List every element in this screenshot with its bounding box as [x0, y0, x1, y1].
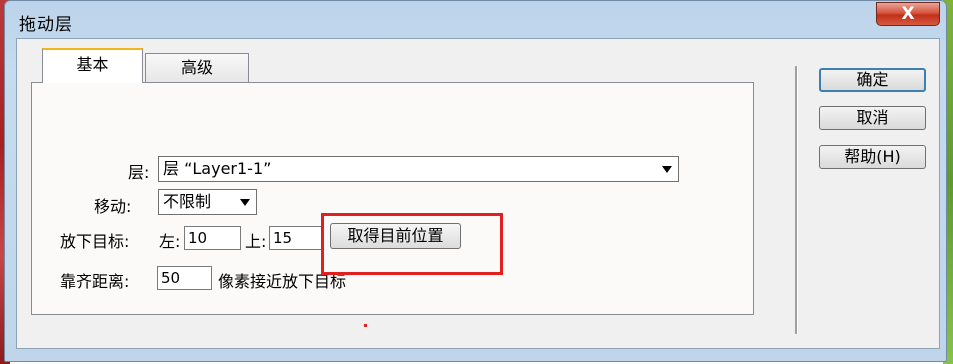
left-label: 左:: [159, 232, 181, 251]
top-input-value: 15: [273, 229, 293, 247]
title-bar[interactable]: 拖动层 X: [5, 1, 946, 39]
top-input[interactable]: 15: [269, 226, 322, 250]
dialog-window: 拖动层 X 基本 高级 层: 层 “Layer1-1” 移动: 不限制 放下目标…: [4, 0, 947, 362]
ok-button[interactable]: 确定: [819, 68, 926, 92]
drop-target-label: 放下目标:: [60, 232, 130, 251]
layer-select-value: 层 “Layer1-1”: [163, 159, 272, 178]
chevron-down-icon: [662, 166, 672, 173]
snap-distance-value: 50: [161, 269, 181, 287]
chevron-down-icon: [240, 199, 250, 206]
move-select[interactable]: 不限制: [158, 189, 257, 215]
vertical-divider: [795, 66, 798, 334]
top-label: 上:: [245, 232, 267, 251]
cancel-button-label: 取消: [856, 108, 889, 127]
left-input[interactable]: 10: [184, 226, 241, 250]
snap-distance-label: 靠齐距离:: [60, 272, 130, 291]
tab-advanced[interactable]: 高级: [145, 53, 249, 83]
annotation-highlight-box: [321, 213, 503, 275]
snap-distance-input[interactable]: 50: [157, 266, 212, 290]
tab-advanced-label: 高级: [180, 58, 213, 77]
close-icon: X: [901, 4, 915, 24]
help-button[interactable]: 帮助(H): [819, 145, 926, 169]
help-button-label: 帮助(H): [844, 147, 901, 166]
layer-select[interactable]: 层 “Layer1-1”: [158, 156, 679, 182]
window-title: 拖动层: [19, 15, 73, 35]
layer-label: 层:: [128, 163, 150, 182]
cancel-button[interactable]: 取消: [819, 106, 926, 130]
dialog-client-area: 基本 高级 层: 层 “Layer1-1” 移动: 不限制 放下目标: 左: 1…: [16, 38, 940, 349]
move-select-value: 不限制: [163, 192, 212, 211]
move-label: 移动:: [94, 197, 132, 216]
left-input-value: 10: [188, 229, 208, 247]
annotation-dot: [364, 324, 367, 327]
tab-basic-label: 基本: [76, 55, 109, 74]
tab-basic[interactable]: 基本: [42, 48, 143, 83]
ok-button-label: 确定: [856, 70, 889, 89]
basic-tab-panel: 层: 层 “Layer1-1” 移动: 不限制 放下目标: 左: 10 上: 1…: [31, 82, 754, 327]
close-button[interactable]: X: [876, 2, 940, 26]
